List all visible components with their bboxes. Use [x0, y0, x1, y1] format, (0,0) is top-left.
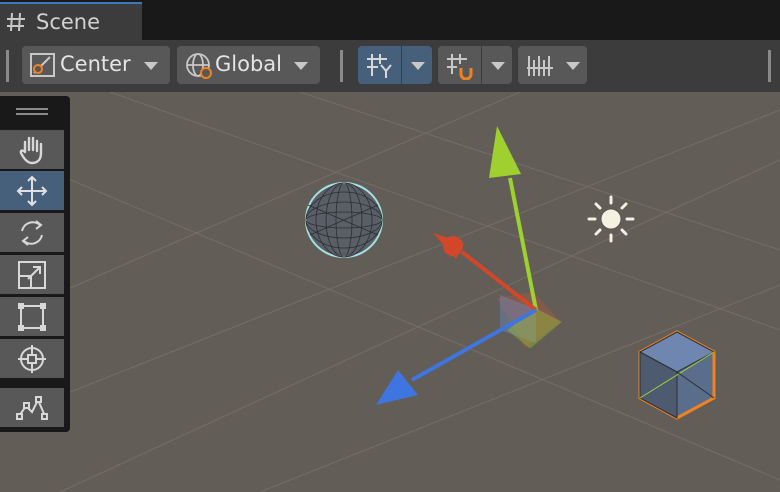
pivot-mode-dropdown[interactable]: Center — [22, 46, 170, 84]
x-axis-arrow[interactable] — [443, 236, 463, 256]
z-axis-handle[interactable] — [411, 308, 537, 382]
chevron-down-icon — [411, 62, 425, 70]
tab-bar: Scene — [0, 0, 780, 40]
sphere-mesh[interactable] — [305, 182, 383, 258]
toolbar-grip-left[interactable] — [6, 50, 10, 82]
scene-toolbar: Center Global — [0, 40, 780, 92]
overlay-drag-handle[interactable] — [16, 108, 48, 116]
grid-y-icon — [365, 52, 395, 84]
custom-tool-icon — [16, 396, 48, 420]
tab-scene[interactable]: Scene — [0, 2, 142, 40]
hand-icon — [19, 136, 43, 165]
pivot-mode-label: Center — [60, 52, 131, 76]
directional-light-icon[interactable] — [587, 195, 635, 243]
grid-snap-icon — [445, 52, 475, 84]
scene-grid — [0, 92, 780, 492]
chevron-down-icon — [294, 62, 308, 70]
transform-tool[interactable] — [0, 339, 64, 378]
rect-icon — [18, 303, 46, 331]
transform-icon — [18, 345, 46, 373]
z-axis-arrow[interactable] — [376, 370, 418, 405]
chevron-down-icon — [491, 62, 505, 70]
pivot-icon — [30, 53, 56, 81]
pivot-rotation-dropdown[interactable]: Global — [177, 46, 320, 84]
move-gizmo[interactable] — [376, 126, 562, 405]
chevron-down-icon — [566, 62, 580, 70]
rotate-tool[interactable] — [0, 213, 64, 252]
toolbar-grip-right[interactable] — [768, 50, 772, 82]
move-tool[interactable] — [0, 171, 64, 210]
custom-tool[interactable] — [0, 388, 64, 427]
move-arrows-icon — [16, 175, 48, 207]
rect-tool[interactable] — [0, 297, 64, 336]
tools-overlay — [0, 96, 70, 432]
chevron-down-icon — [144, 62, 158, 70]
rotate-icon — [21, 220, 43, 246]
grid-visibility-dropdown[interactable] — [402, 46, 432, 84]
toolbar-grip-middle[interactable] — [340, 50, 344, 82]
hand-tool[interactable] — [0, 130, 64, 169]
pivot-rotation-label: Global — [215, 52, 282, 76]
scale-icon — [18, 261, 46, 289]
globe-icon — [185, 52, 215, 84]
ruler-dropdown[interactable] — [557, 46, 587, 84]
y-axis-arrow[interactable] — [489, 126, 521, 178]
scene-viewport[interactable] — [0, 92, 780, 492]
scene-canvas[interactable] — [0, 92, 780, 492]
snap-increment-dropdown[interactable] — [482, 46, 512, 84]
tab-scene-label: Scene — [36, 10, 101, 34]
hash-icon — [4, 10, 28, 38]
selected-cube[interactable] — [638, 330, 716, 420]
ruler-button[interactable] — [518, 46, 561, 84]
ruler-icon — [525, 52, 555, 84]
scale-tool[interactable] — [0, 255, 64, 294]
snap-increment-button[interactable] — [438, 46, 481, 84]
grid-visibility-button[interactable] — [358, 46, 401, 84]
